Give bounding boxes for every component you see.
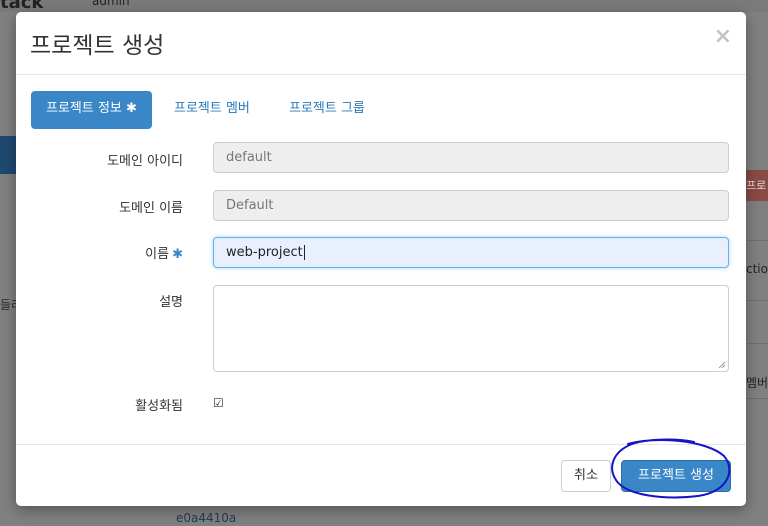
domain-id-field: default	[213, 142, 729, 173]
background-sidebar-active	[0, 136, 16, 174]
tab-project-info[interactable]: 프로젝트 정보 ✱	[31, 91, 152, 129]
modal-footer: 취소 프로젝트 생성	[16, 444, 746, 507]
background-row-id: e0a4410a	[176, 511, 237, 525]
enabled-checkbox[interactable]: ☑	[213, 397, 225, 409]
background-column-header: ction	[746, 262, 768, 276]
background-user-menu: admin	[92, 0, 130, 8]
required-star-icon: ✱	[126, 101, 137, 116]
description-label: 설명	[159, 295, 183, 310]
tab-project-groups[interactable]: 프로젝트 그룹	[289, 91, 365, 129]
description-textarea[interactable]	[213, 285, 729, 372]
tab-label: 프로젝트 정보	[46, 101, 122, 116]
tab-project-members[interactable]: 프로젝트 멤버	[174, 91, 250, 129]
name-label: 이름 ✱	[145, 243, 183, 262]
background-member-link: 멤버	[746, 376, 768, 390]
background-red-button: 프로	[746, 170, 768, 201]
text-caret	[303, 245, 305, 260]
background-divider	[746, 240, 768, 241]
resize-grip-icon[interactable]	[718, 361, 726, 369]
tab-label: 프로젝트 그룹	[289, 101, 365, 116]
background-divider	[746, 300, 768, 301]
background-divider	[746, 343, 768, 344]
required-star-icon: ✱	[172, 247, 183, 262]
create-project-button[interactable]: 프로젝트 생성	[621, 460, 731, 492]
close-icon[interactable]: ×	[714, 24, 732, 49]
modal-header: 프로젝트 생성 ×	[16, 12, 746, 75]
modal-title: 프로젝트 생성	[30, 33, 165, 59]
project-name-value: web-project	[226, 245, 303, 260]
domain-id-label: 도메인 아이디	[107, 154, 183, 169]
domain-name-label: 도메인 이름	[119, 201, 183, 216]
enabled-label: 활성화됨	[135, 399, 183, 414]
tab-label: 프로젝트 멤버	[174, 101, 250, 116]
project-name-input[interactable]: web-project	[213, 237, 729, 268]
cancel-button[interactable]: 취소	[561, 460, 611, 492]
domain-name-field: Default	[213, 190, 729, 221]
create-project-modal: 프로젝트 생성 × 프로젝트 정보 ✱ 프로젝트 멤버 프로젝트 그룹 도메인 …	[16, 12, 746, 506]
name-label-text: 이름	[145, 247, 170, 262]
background-divider	[746, 398, 768, 399]
